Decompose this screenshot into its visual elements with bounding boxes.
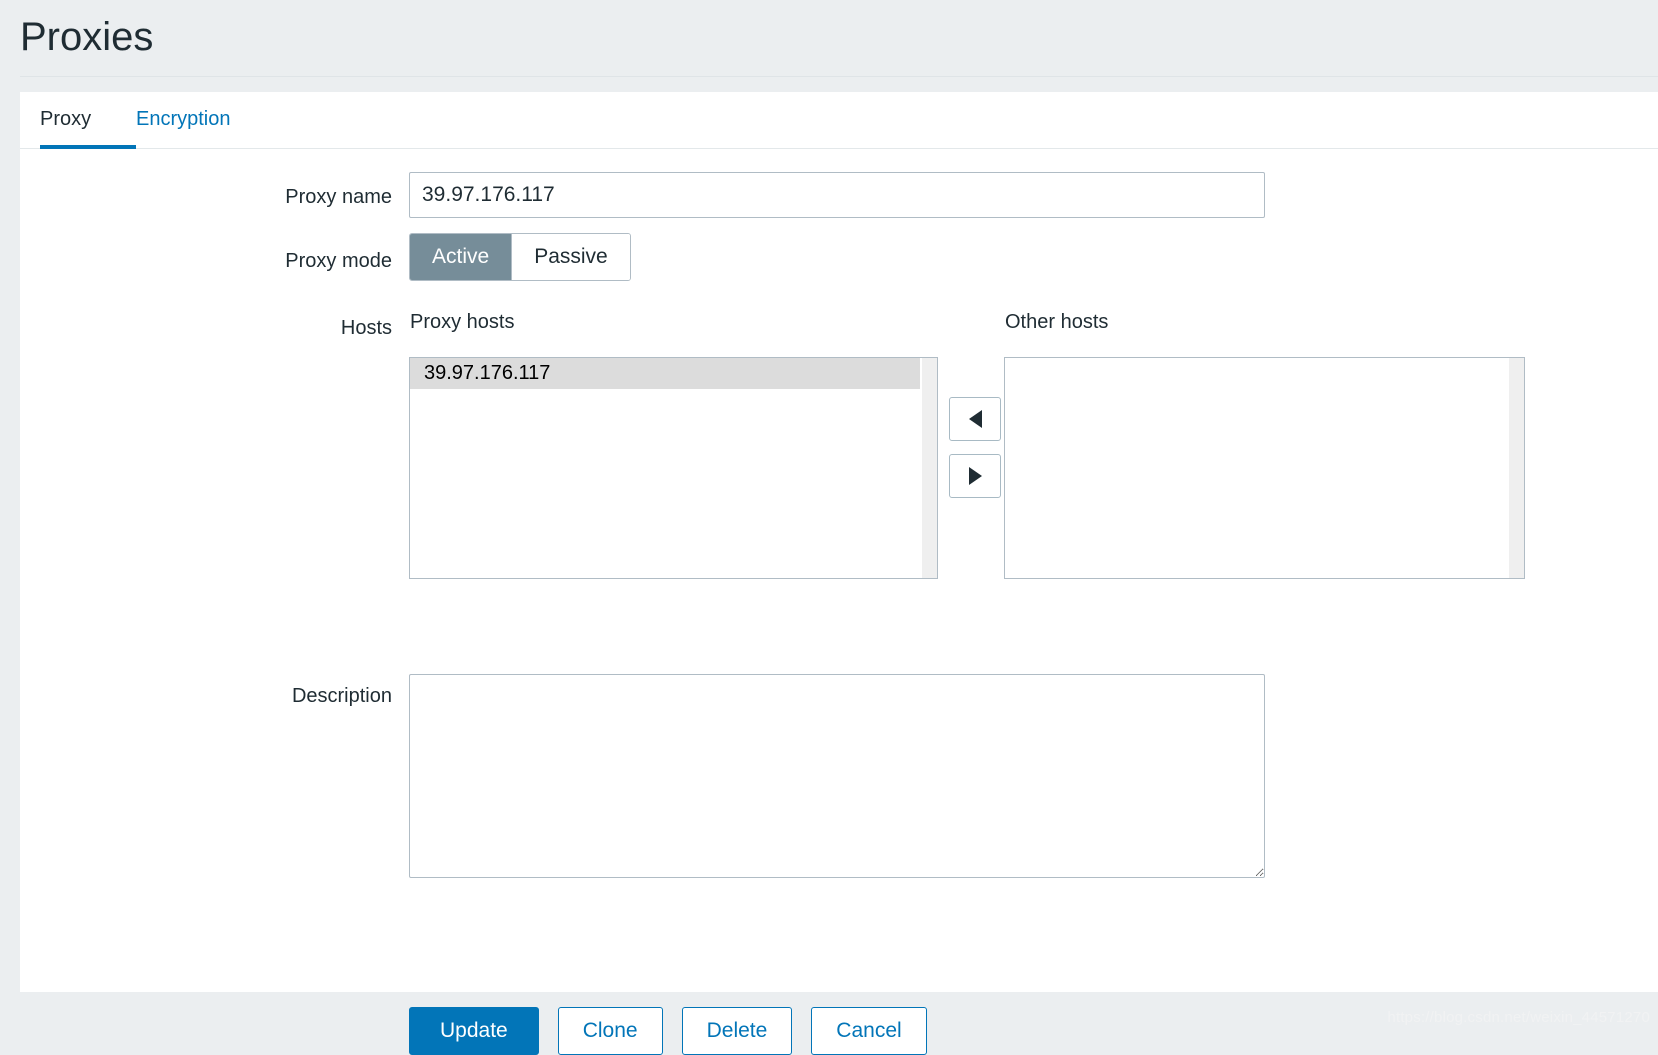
proxy-hosts-items: 39.97.176.117 xyxy=(410,358,920,578)
watermark-text: https://blog.csdn.net/weixin_44571270 xyxy=(1387,1009,1650,1026)
other-hosts-scrollbar[interactable] xyxy=(1508,358,1524,578)
arrow-right-icon xyxy=(968,467,982,485)
proxy-mode-label: Proxy mode xyxy=(285,250,392,272)
proxy-hosts-title: Proxy hosts xyxy=(410,311,515,333)
tab-active-indicator xyxy=(40,145,136,149)
tab-encryption[interactable]: Encryption xyxy=(136,106,231,132)
proxy-hosts-listbox[interactable]: 39.97.176.117 xyxy=(409,357,938,579)
form-action-buttons: Update Clone Delete Cancel xyxy=(409,1007,927,1055)
other-hosts-items xyxy=(1005,358,1507,578)
delete-button[interactable]: Delete xyxy=(681,1007,793,1055)
proxy-name-input[interactable] xyxy=(409,172,1265,218)
other-hosts-listbox[interactable] xyxy=(1004,357,1525,579)
proxy-form-card: Proxy Encryption Proxy name Proxy mode A… xyxy=(20,92,1658,1055)
proxy-mode-option-active[interactable]: Active xyxy=(410,234,512,280)
list-item[interactable]: 39.97.176.117 xyxy=(410,358,920,389)
description-label: Description xyxy=(291,685,392,707)
tab-bar: Proxy Encryption xyxy=(20,92,1658,149)
proxies-page: Proxies Proxy Encryption Proxy name Prox… xyxy=(0,0,1658,1055)
proxy-hosts-scrollbar[interactable] xyxy=(921,358,937,578)
page-title: Proxies xyxy=(20,15,154,59)
arrow-left-icon-button[interactable] xyxy=(949,397,1001,441)
transfer-buttons xyxy=(949,397,1001,511)
header-divider xyxy=(20,76,1658,77)
proxy-mode-radio-group: Active Passive xyxy=(409,233,631,281)
arrow-left-icon xyxy=(968,410,982,428)
arrow-right-icon-button[interactable] xyxy=(949,454,1001,498)
hosts-transfer-widget: Proxy hosts Other hosts 39.97.176.117 xyxy=(409,309,1658,609)
other-hosts-title: Other hosts xyxy=(1005,311,1109,333)
description-textarea[interactable] xyxy=(409,674,1265,878)
tab-proxy[interactable]: Proxy xyxy=(40,106,91,132)
update-button[interactable]: Update xyxy=(409,1007,539,1055)
clone-button[interactable]: Clone xyxy=(557,1007,663,1055)
page-header: Proxies xyxy=(0,0,1658,78)
proxy-name-label: Proxy name xyxy=(285,186,392,208)
hosts-label: Hosts xyxy=(340,317,392,339)
cancel-button[interactable]: Cancel xyxy=(811,1007,927,1055)
proxy-mode-option-passive[interactable]: Passive xyxy=(511,234,630,280)
